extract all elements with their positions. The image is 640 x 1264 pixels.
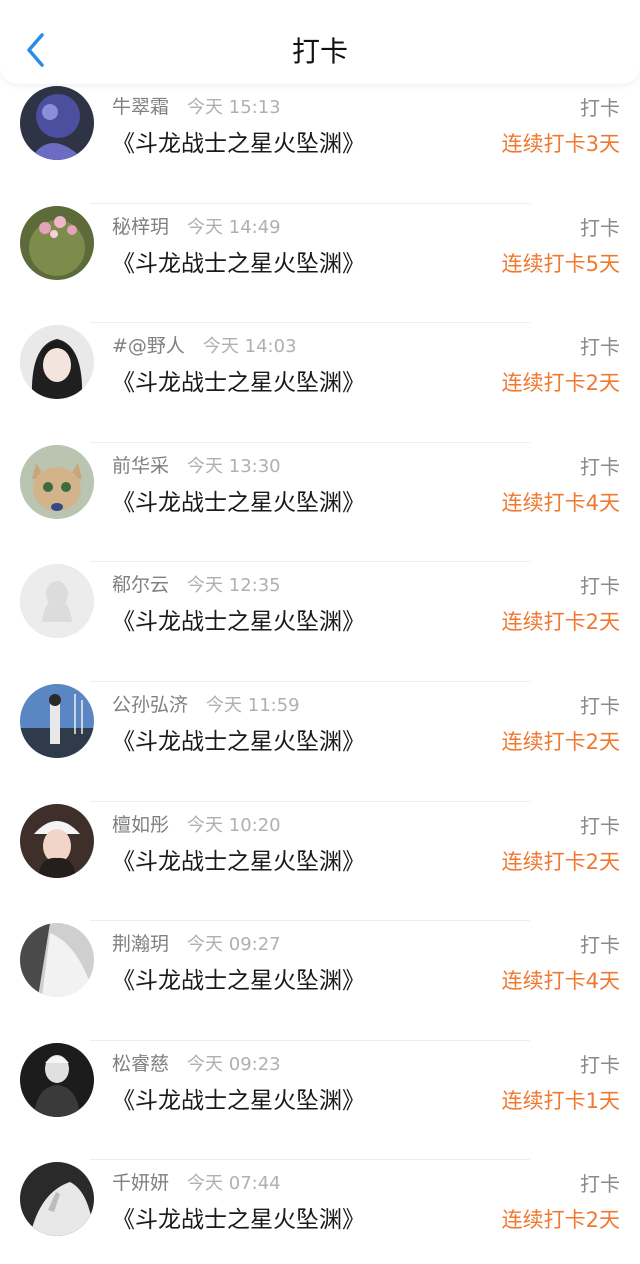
book-title[interactable]: 《斗龙战士之星火坠渊》 xyxy=(112,244,365,278)
page-title: 打卡 xyxy=(291,35,348,68)
list-item[interactable]: 檀如彤 今天 10:20 《斗龙战士之星火坠渊》 打卡 连续打卡2天 xyxy=(0,802,640,922)
streak-badge: 连续打卡4天 xyxy=(501,969,620,994)
streak-badge: 连续打卡2天 xyxy=(501,371,620,396)
checkin-time: 今天 13:30 xyxy=(187,455,281,477)
book-title[interactable]: 《斗龙战士之星火坠渊》 xyxy=(112,961,365,995)
list-item[interactable]: 牛翠霜 今天 15:13 《斗龙战士之星火坠渊》 打卡 连续打卡3天 xyxy=(0,84,640,204)
user-name: 檀如彤 xyxy=(112,813,170,836)
book-title[interactable]: 《斗龙战士之星火坠渊》 xyxy=(112,842,365,876)
user-name: #@野人 xyxy=(112,335,185,358)
streak-badge: 连续打卡2天 xyxy=(501,1208,620,1233)
streak-badge: 连续打卡1天 xyxy=(501,1088,620,1113)
streak-badge: 连续打卡2天 xyxy=(501,610,620,635)
checkin-time: 今天 10:20 xyxy=(187,814,281,836)
avatar[interactable] xyxy=(20,1042,94,1117)
avatar[interactable] xyxy=(20,325,94,400)
avatar-cactus-flower-image xyxy=(20,205,94,280)
avatar[interactable] xyxy=(20,444,94,519)
checkin-label: 打卡 xyxy=(580,813,620,838)
avatar-bw-shirt-image xyxy=(20,923,94,998)
avatar-harbor-photo-image xyxy=(20,683,94,758)
list-item[interactable]: #@野人 今天 14:03 《斗龙战士之星火坠渊》 打卡 连续打卡2天 xyxy=(0,323,640,443)
book-title[interactable]: 《斗龙战士之星火坠渊》 xyxy=(112,1200,365,1234)
checkin-time: 今天 09:27 xyxy=(187,934,281,956)
avatar[interactable] xyxy=(20,564,94,639)
streak-badge: 连续打卡3天 xyxy=(501,132,620,156)
avatar[interactable] xyxy=(20,683,94,758)
user-name: 牛翠霜 xyxy=(112,96,170,118)
user-name: 松睿慈 xyxy=(112,1052,170,1075)
checkin-time: 今天 14:03 xyxy=(202,336,297,358)
checkin-time: 今天 11:59 xyxy=(206,694,300,716)
avatar[interactable] xyxy=(20,1162,94,1237)
list-item[interactable]: 前华采 今天 13:30 《斗龙战士之星火坠渊》 打卡 连续打卡4天 xyxy=(0,443,640,563)
default-avatar-icon xyxy=(20,564,94,639)
user-name: 公孙弘济 xyxy=(112,693,189,716)
checkin-label: 打卡 xyxy=(580,454,620,479)
navigation-bar: 打卡 xyxy=(0,0,640,84)
avatar[interactable] xyxy=(20,803,94,878)
book-title[interactable]: 《斗龙战士之星火坠渊》 xyxy=(112,722,365,756)
list-item[interactable]: 荆瀚玥 今天 09:27 《斗龙战士之星火坠渊》 打卡 连续打卡4天 xyxy=(0,921,640,1041)
streak-badge: 连续打卡5天 xyxy=(501,251,620,276)
checkin-page: 打卡 牛翠霜 今天 15:13 《斗龙战士之星火坠渊》 打卡 连续打卡3天 秘梓… xyxy=(0,0,640,1264)
streak-badge: 连续打卡2天 xyxy=(501,729,620,754)
user-name: 秘梓玥 xyxy=(112,215,170,238)
streak-badge: 连续打卡4天 xyxy=(501,490,620,515)
user-name: 前华采 xyxy=(112,454,170,477)
checkin-label: 打卡 xyxy=(580,693,620,718)
book-title[interactable]: 《斗龙战士之星火坠渊》 xyxy=(112,363,365,397)
list-item[interactable]: 松睿慈 今天 09:23 《斗龙战士之星火坠渊》 打卡 连续打卡1天 xyxy=(0,1041,640,1161)
checkin-time: 今天 15:13 xyxy=(187,97,281,118)
checkin-label: 打卡 xyxy=(580,1172,620,1197)
avatar[interactable] xyxy=(20,923,94,998)
list-item[interactable]: 郗尔云 今天 12:35 《斗龙战士之星火坠渊》 打卡 连续打卡2天 xyxy=(0,562,640,682)
avatar[interactable] xyxy=(20,205,94,280)
checkin-label: 打卡 xyxy=(580,933,620,958)
user-name: 郗尔云 xyxy=(112,574,170,597)
list-item[interactable]: 千妍妍 今天 07:44 《斗龙战士之星火坠渊》 打卡 连续打卡2天 xyxy=(0,1160,640,1264)
book-title[interactable]: 《斗龙战士之星火坠渊》 xyxy=(112,1081,365,1115)
avatar-purple-art-image xyxy=(20,86,94,160)
checkin-label: 打卡 xyxy=(580,215,620,240)
checkin-time: 今天 07:44 xyxy=(187,1173,281,1195)
book-title[interactable]: 《斗龙战士之星火坠渊》 xyxy=(112,602,365,636)
checkin-label: 打卡 xyxy=(580,1052,620,1077)
checkin-label: 打卡 xyxy=(580,335,620,360)
book-title[interactable]: 《斗龙战士之星火坠渊》 xyxy=(112,483,365,517)
user-name: 千妍妍 xyxy=(112,1172,170,1195)
avatar-cat-image xyxy=(20,444,94,519)
checkin-time: 今天 14:49 xyxy=(187,216,281,238)
checkin-time: 今天 09:23 xyxy=(187,1053,281,1075)
list-item[interactable]: 公孙弘济 今天 11:59 《斗龙战士之星火坠渊》 打卡 连续打卡2天 xyxy=(0,682,640,802)
avatar-bw-person-image xyxy=(20,1042,94,1117)
avatar-girl-portrait-image xyxy=(20,803,94,878)
checkin-label: 打卡 xyxy=(580,574,620,599)
streak-badge: 连续打卡2天 xyxy=(501,849,620,874)
book-title[interactable]: 《斗龙战士之星火坠渊》 xyxy=(112,124,365,158)
user-name: 荆瀚玥 xyxy=(112,933,170,956)
avatar-anime-girl-image xyxy=(20,325,94,400)
avatar-bw-hand-image xyxy=(20,1162,94,1237)
list-item[interactable]: 秘梓玥 今天 14:49 《斗龙战士之星火坠渊》 打卡 连续打卡5天 xyxy=(0,204,640,324)
checkin-time: 今天 12:35 xyxy=(187,575,281,597)
avatar[interactable] xyxy=(20,86,94,160)
checkin-list: 牛翠霜 今天 15:13 《斗龙战士之星火坠渊》 打卡 连续打卡3天 秘梓玥 今… xyxy=(0,84,640,1264)
checkin-label: 打卡 xyxy=(580,96,620,120)
